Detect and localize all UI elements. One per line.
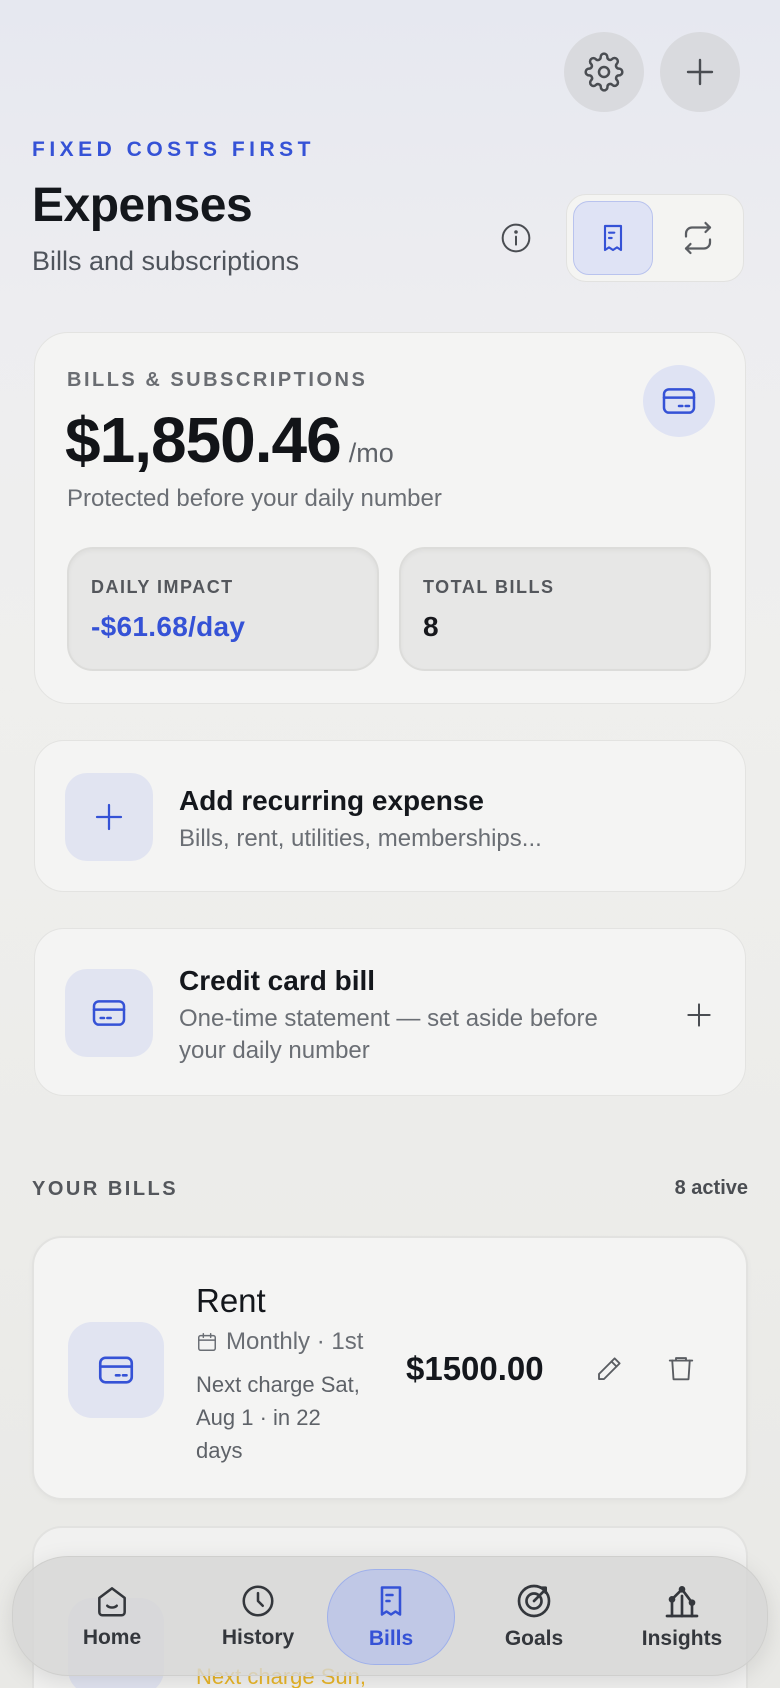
page-eyebrow: FIXED COSTS FIRST [32,138,316,161]
delete-bill-button[interactable] [666,1352,696,1389]
nav-insights-label: Insights [641,1627,723,1650]
bill-next-charge-line-3: days [196,1438,243,1463]
nav-history[interactable]: History [193,1557,323,1675]
add-recurring-subtitle: Bills, rent, utilities, memberships... [179,825,542,852]
bill-icon-tile [68,1322,164,1418]
plus-icon [95,803,123,831]
edit-bill-button[interactable] [594,1354,624,1389]
nav-bills-label: Bills [368,1627,414,1650]
home-icon [98,1587,126,1617]
add-recurring-tile [65,773,153,861]
info-icon [501,223,531,253]
bills-active-count: 8 active [674,1177,748,1199]
gear-icon [584,52,624,92]
page-subtitle: Bills and subscriptions [32,246,300,276]
trash-icon [668,1357,694,1381]
nav-goals[interactable]: Goals [469,1557,599,1675]
bill-next-charge: Next charge Sat, Aug 1 · in 22 days [196,1368,360,1467]
bill-row[interactable]: Rent Monthly · 1st Next charge Sat, Aug … [32,1236,748,1500]
daily-impact-value: -$61.68/day [91,611,246,642]
credit-card-bill-card[interactable]: Credit card bill One-time statement — se… [34,928,746,1096]
credit-card-subtitle-1: One-time statement — set aside before [179,1005,598,1032]
target-icon [517,1584,551,1618]
total-bills-value: 8 [423,611,439,642]
daily-impact-label: DAILY IMPACT [91,577,234,597]
credit-card-tile [65,969,153,1057]
receipt-icon [380,1586,402,1616]
page-title: Expenses [32,179,253,232]
total-bills-label: TOTAL BILLS [423,577,555,597]
calendar-icon [198,1333,216,1351]
summary-period: /mo [348,438,394,468]
summary-total: $1,850.46 /mo [65,403,394,477]
plus-icon [686,58,714,86]
nav-home[interactable]: Home [47,1557,177,1675]
bill-schedule-text: Monthly · 1st [226,1328,364,1355]
credit-card-icon [98,1356,134,1384]
credit-card-icon [92,1000,126,1026]
total-bills-stat: TOTAL BILLS 8 [399,547,711,671]
view-toggle-bills[interactable] [573,201,653,275]
credit-card-icon [662,388,696,414]
bills-section-heading: YOUR BILLS [32,1178,179,1200]
add-button[interactable] [660,32,740,112]
credit-card-subtitle-2: your daily number [179,1037,370,1064]
nav-home-label: Home [82,1626,142,1649]
bill-next-charge-line-2: Aug 1 · in 22 [196,1405,321,1430]
repeat-icon [684,221,712,255]
add-recurring-card[interactable]: Add recurring expense Bills, rent, utili… [34,740,746,892]
info-button[interactable] [496,218,536,258]
bill-next-charge-line-1: Next charge Sat, [196,1372,360,1397]
credit-card-add-button[interactable] [683,999,715,1036]
settings-button[interactable] [564,32,644,112]
bottom-nav: Home History Bills Goals Insights [12,1556,768,1676]
bill-schedule: Monthly · 1st [196,1328,363,1356]
add-recurring-title: Add recurring expense [179,785,484,816]
receipt-icon [603,224,623,252]
nav-insights[interactable]: Insights [613,1557,751,1675]
summary-amount: $1,850.46 [65,404,342,476]
nav-history-label: History [221,1626,295,1649]
summary-card: BILLS & SUBSCRIPTIONS $1,850.46 /mo Prot… [34,332,746,704]
bill-amount: $1500.00 [406,1350,544,1387]
nav-goals-label: Goals [504,1627,564,1650]
daily-impact-stat: DAILY IMPACT -$61.68/day [67,547,379,671]
card-badge [643,365,715,437]
summary-note: Protected before your daily number [67,485,442,512]
nav-bills[interactable]: Bills [326,1557,456,1675]
view-toggle [566,194,744,282]
view-toggle-recurring[interactable] [659,201,737,275]
bill-name: Rent [196,1282,266,1319]
chart-icon [665,1585,699,1618]
pencil-icon [598,1357,621,1380]
credit-card-title: Credit card bill [179,965,376,996]
summary-label: BILLS & SUBSCRIPTIONS [67,369,368,391]
plus-icon [687,1003,711,1027]
clock-icon [242,1585,274,1617]
